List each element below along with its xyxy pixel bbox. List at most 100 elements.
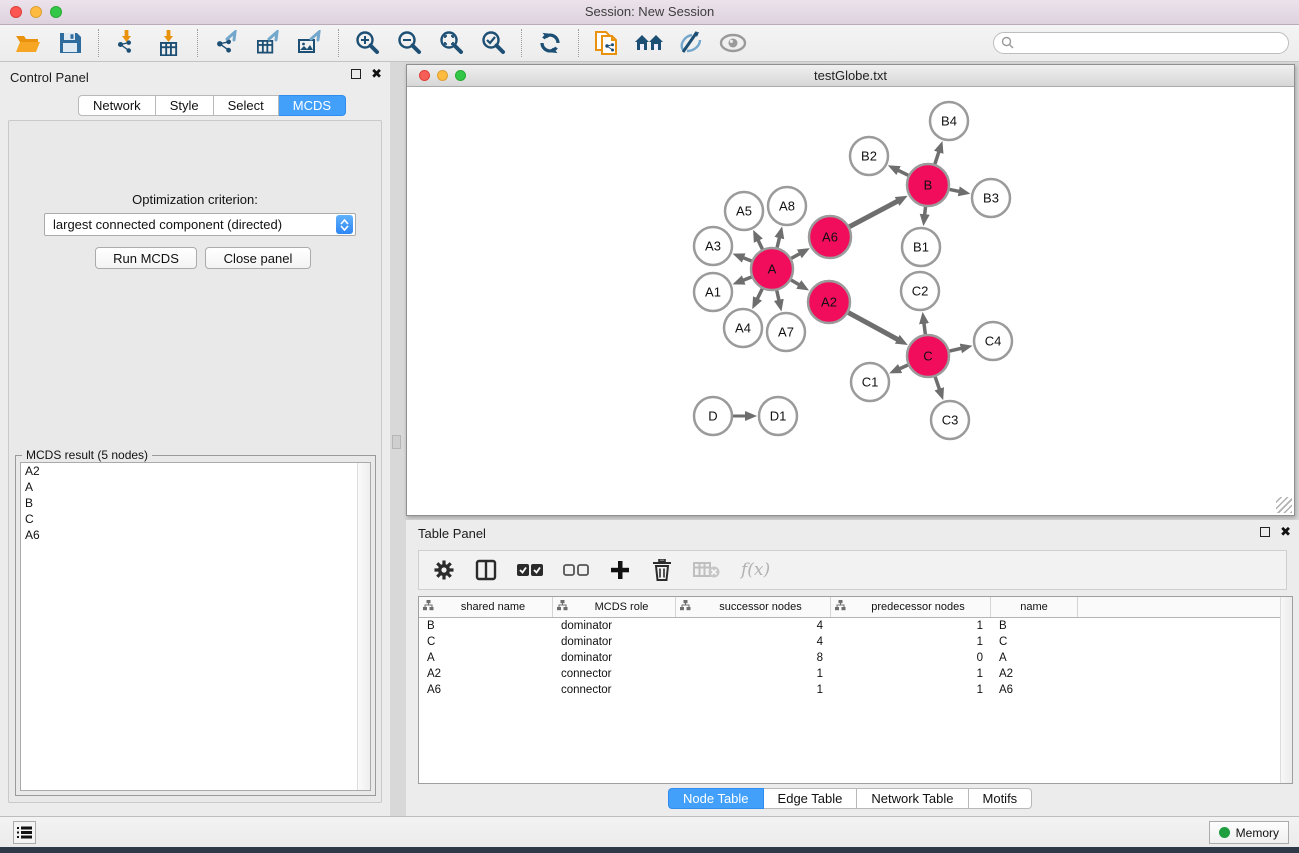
graph-node-A5[interactable]: A5: [725, 192, 763, 230]
graph-edge-C-C4[interactable]: [949, 348, 963, 351]
graph-edge-A-A3[interactable]: [741, 257, 752, 261]
float-panel-icon[interactable]: [351, 69, 361, 79]
export-network-icon[interactable]: [208, 28, 244, 58]
table-cell[interactable]: dominator: [553, 620, 676, 632]
table-row[interactable]: Bdominator41B: [419, 618, 1292, 634]
graph-node-A4[interactable]: A4: [724, 309, 762, 347]
table-cell[interactable]: A: [419, 652, 553, 664]
tab-edge-table[interactable]: Edge Table: [764, 788, 858, 809]
tab-network[interactable]: Network: [78, 95, 156, 116]
graph-node-C2[interactable]: C2: [901, 272, 939, 310]
tab-mcds[interactable]: MCDS: [279, 95, 346, 116]
graph-edge-B-B1[interactable]: [924, 207, 925, 217]
table-row[interactable]: Cdominator41C: [419, 634, 1292, 650]
select-all-icon[interactable]: [517, 558, 543, 582]
mcds-list-scrollbar[interactable]: [357, 463, 370, 790]
graph-edge-A-A2[interactable]: [791, 280, 801, 286]
graph-edge-A6-B[interactable]: [849, 200, 899, 227]
table-cell[interactable]: 4: [676, 620, 831, 632]
graph-edge-A-A5[interactable]: [757, 238, 762, 249]
delete-column-icon[interactable]: [651, 558, 673, 582]
graph-node-A2[interactable]: A2: [808, 281, 850, 323]
table-cell[interactable]: dominator: [553, 652, 676, 664]
table-cell[interactable]: 1: [831, 668, 991, 680]
graph-node-A6[interactable]: A6: [809, 216, 851, 258]
table-scrollbar[interactable]: [1280, 597, 1292, 783]
mcds-result-item[interactable]: C: [21, 511, 370, 527]
graph-node-A3[interactable]: A3: [694, 227, 732, 265]
refresh-icon[interactable]: [532, 28, 568, 58]
export-image-icon[interactable]: [292, 28, 328, 58]
column-header-predecessor-nodes[interactable]: predecessor nodes: [831, 597, 991, 617]
mcds-result-item[interactable]: A6: [21, 527, 370, 543]
graph-edge-A-A7[interactable]: [777, 290, 780, 302]
graph-edge-B-B4[interactable]: [935, 150, 940, 165]
table-cell[interactable]: 0: [831, 652, 991, 664]
graph-node-B[interactable]: B: [907, 164, 949, 206]
graph-node-B2[interactable]: B2: [850, 137, 888, 175]
table-cell[interactable]: 1: [831, 684, 991, 696]
column-header-successor-nodes[interactable]: successor nodes: [676, 597, 831, 617]
close-table-panel-icon[interactable]: ✖: [1280, 527, 1291, 537]
import-network-icon[interactable]: [109, 28, 145, 58]
graph-node-B4[interactable]: B4: [930, 102, 968, 140]
show-details-icon[interactable]: [715, 28, 751, 58]
zoom-selected-icon[interactable]: [475, 28, 511, 58]
columns-icon[interactable]: [475, 558, 497, 582]
table-cell[interactable]: 8: [676, 652, 831, 664]
search-input[interactable]: [993, 32, 1289, 54]
zoom-fit-icon[interactable]: [433, 28, 469, 58]
zoom-in-icon[interactable]: [349, 28, 385, 58]
tab-network-table[interactable]: Network Table: [857, 788, 968, 809]
optimization-criterion-select[interactable]: largest connected component (directed): [44, 213, 356, 236]
table-row[interactable]: Adominator80A: [419, 650, 1292, 666]
table-cell[interactable]: A2: [991, 668, 1078, 680]
network-window-titlebar[interactable]: testGlobe.txt: [407, 65, 1294, 87]
window-resize-grip[interactable]: [1276, 497, 1292, 513]
tab-node-table[interactable]: Node Table: [668, 788, 764, 809]
graph-node-C1[interactable]: C1: [851, 363, 889, 401]
graph-node-A[interactable]: A: [751, 248, 793, 290]
add-column-icon[interactable]: [609, 558, 631, 582]
splitter-grip[interactable]: [392, 435, 401, 449]
mcds-result-item[interactable]: A: [21, 479, 370, 495]
export-table-icon[interactable]: [250, 28, 286, 58]
table-cell[interactable]: B: [991, 620, 1078, 632]
graph-edge-A-A8[interactable]: [777, 235, 780, 247]
table-cell[interactable]: A: [991, 652, 1078, 664]
close-panel-button[interactable]: Close panel: [205, 247, 311, 269]
mcds-result-item[interactable]: A2: [21, 463, 370, 479]
mcds-result-list[interactable]: A2ABCA6: [20, 462, 371, 791]
graph-node-D1[interactable]: D1: [759, 397, 797, 435]
mcds-result-item[interactable]: B: [21, 495, 370, 511]
zoom-out-icon[interactable]: [391, 28, 427, 58]
close-panel-icon[interactable]: ✖: [371, 69, 382, 79]
graph-edge-B-B3[interactable]: [950, 189, 962, 191]
gear-icon[interactable]: [433, 558, 455, 582]
column-header-name[interactable]: name: [991, 597, 1078, 617]
graph-node-A8[interactable]: A8: [768, 187, 806, 225]
graph-edge-C-C2[interactable]: [924, 321, 926, 334]
column-header-shared-name[interactable]: shared name: [419, 597, 553, 617]
graph-edge-A2-C[interactable]: [848, 313, 900, 341]
open-folder-icon[interactable]: [10, 28, 46, 58]
deselect-all-icon[interactable]: [563, 558, 589, 582]
graph-edge-B-B2[interactable]: [896, 169, 908, 175]
clone-network-icon[interactable]: [589, 28, 625, 58]
table-cell[interactable]: connector: [553, 668, 676, 680]
network-graph-canvas[interactable]: B4B2BB3A5A8A6A3B1AC2A1A2A4A7C4CC1C3DD1: [407, 87, 1294, 515]
graph-edge-C-C1[interactable]: [897, 365, 908, 370]
import-table-icon[interactable]: [151, 28, 187, 58]
table-row[interactable]: A2connector11A2: [419, 666, 1292, 682]
table-cell[interactable]: C: [419, 636, 553, 648]
column-header-MCDS-role[interactable]: MCDS role: [553, 597, 676, 617]
graph-node-A1[interactable]: A1: [694, 273, 732, 311]
graph-node-A7[interactable]: A7: [767, 313, 805, 351]
task-history-button[interactable]: [13, 821, 36, 844]
graph-node-C4[interactable]: C4: [974, 322, 1012, 360]
first-neighbors-icon[interactable]: [631, 28, 667, 58]
tab-motifs[interactable]: Motifs: [969, 788, 1033, 809]
graph-edge-A-A1[interactable]: [741, 277, 752, 281]
table-cell[interactable]: A6: [991, 684, 1078, 696]
graph-node-B3[interactable]: B3: [972, 179, 1010, 217]
